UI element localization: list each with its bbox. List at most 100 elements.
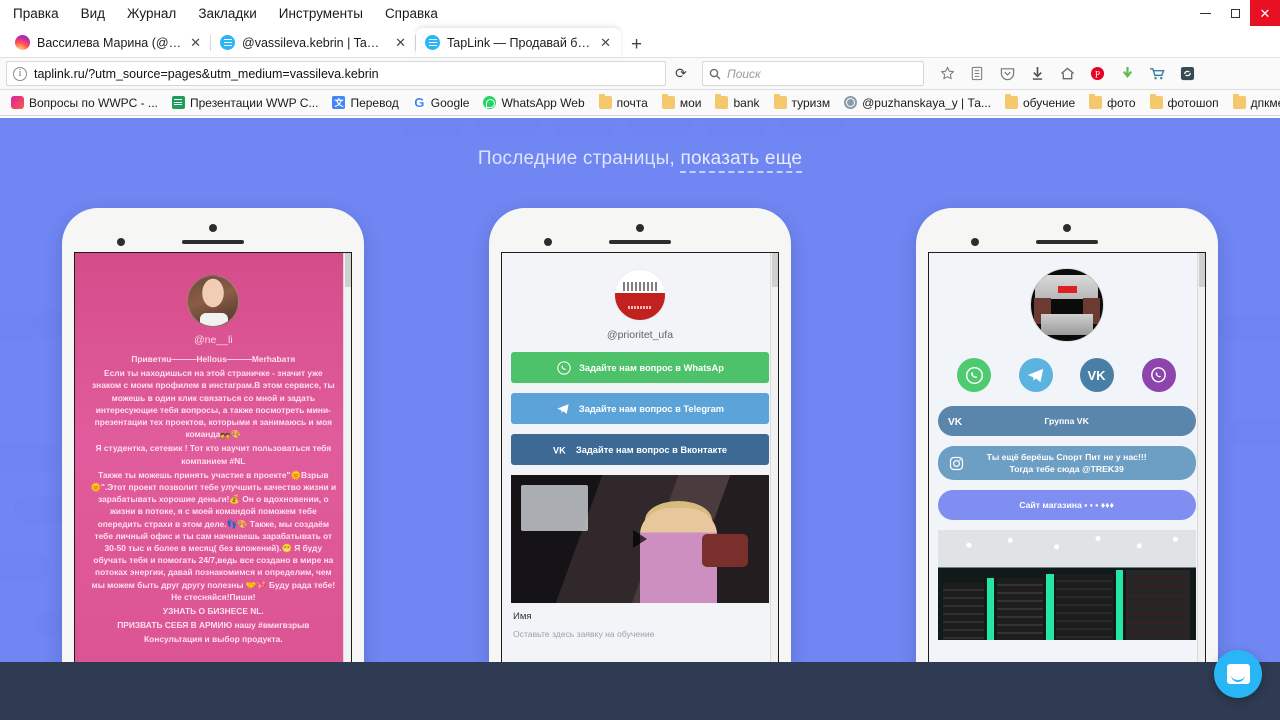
store-photo-lights bbox=[937, 532, 1196, 566]
shop-site-button[interactable]: Сайт магазина ▪ ▪ ▪ ♦♦♦ bbox=[937, 490, 1196, 520]
bookmark-item[interactable]: @puzhanskaya_y | Та... bbox=[837, 96, 998, 110]
tab-vassileva-marina[interactable]: Вассилева Марина (@vas... ✕ bbox=[6, 28, 211, 57]
info-icon[interactable]: i bbox=[13, 66, 27, 81]
search-bar[interactable]: Поиск bbox=[702, 61, 924, 86]
vk-button[interactable]: VK Задайте нам вопрос в Вконтакте bbox=[510, 434, 769, 465]
search-icon bbox=[709, 68, 721, 79]
taplink-page-3: VK VK Группа VK Ты ещё берёшь Спорт Пит … bbox=[928, 253, 1205, 720]
menu-item-zhurnal[interactable]: Журнал bbox=[124, 4, 179, 23]
bookmark-label: WhatsApp Web bbox=[501, 95, 585, 110]
bookmark-item[interactable]: фото bbox=[1082, 94, 1142, 110]
bookmark-item[interactable]: туризм bbox=[767, 94, 838, 110]
menu-item-zakladki[interactable]: Закладки bbox=[195, 4, 259, 23]
bookmark-item[interactable]: bank bbox=[708, 94, 766, 110]
scrollbar-thumb[interactable] bbox=[345, 253, 352, 287]
pocket-icon[interactable] bbox=[992, 61, 1022, 87]
camera-dot-icon bbox=[117, 238, 126, 246]
phone-mockups: @ne__li Приветяu———Hellous———Merhabaтя Е… bbox=[0, 208, 1280, 720]
close-icon[interactable]: ✕ bbox=[393, 36, 408, 49]
form-field-placeholder[interactable]: Оставьте здесь заявку на обучение bbox=[513, 629, 769, 639]
chat-widget-button[interactable] bbox=[1214, 650, 1262, 698]
phone-screen-3[interactable]: VK VK Группа VK Ты ещё берёшь Спорт Пит … bbox=[927, 252, 1206, 720]
url-bar[interactable]: i taplink.ru/?utm_source=pages&utm_mediu… bbox=[6, 61, 666, 86]
download-icon[interactable] bbox=[1022, 61, 1052, 87]
speaker-bar-icon bbox=[182, 240, 245, 244]
menu-item-spravka[interactable]: Справка bbox=[382, 4, 441, 23]
home-icon[interactable] bbox=[1052, 61, 1082, 87]
library-icon[interactable] bbox=[962, 61, 992, 87]
tab-vassileva-kebrin-taplink[interactable]: @vassileva.kebrin | Taplin... ✕ bbox=[211, 28, 416, 57]
new-tab-button[interactable]: + bbox=[621, 35, 652, 57]
minimize-button[interactable] bbox=[1190, 0, 1220, 26]
bookmark-item[interactable]: мои bbox=[655, 94, 709, 110]
scrollbar[interactable] bbox=[343, 253, 352, 720]
scrollbar-thumb[interactable] bbox=[1198, 253, 1205, 287]
bookmark-item[interactable]: WhatsApp Web bbox=[476, 96, 591, 110]
show-more-link[interactable]: показать еще bbox=[680, 148, 803, 173]
button-label: Задайте нам вопрос в Вконтакте bbox=[575, 444, 728, 455]
window-controls: ✕ bbox=[1190, 0, 1280, 26]
store-photo-neon bbox=[986, 578, 995, 640]
store-photo[interactable] bbox=[937, 530, 1196, 640]
reload-icon[interactable]: ⟳ bbox=[668, 61, 694, 86]
menu-bar: Правка Вид Журнал Закладки Инструменты С… bbox=[0, 0, 1280, 26]
bookmark-label: Google bbox=[430, 95, 470, 110]
button-label: Ты ещё берёшь Спорт Пит не у нас!!! Тогд… bbox=[986, 452, 1147, 474]
phone-mockup-2[interactable]: @prioritet_ufa Задайте нам вопрос в What… bbox=[488, 208, 791, 720]
menu-item-instrumenty[interactable]: Инструменты bbox=[276, 4, 366, 23]
sheets-icon bbox=[171, 96, 185, 109]
phone-mockup-1[interactable]: @ne__li Приветяu———Hellous———Merhabaтя Е… bbox=[62, 208, 365, 720]
telegram-button[interactable]: Задайте нам вопрос в Telegram bbox=[510, 393, 769, 424]
bookmark-label: Перевод bbox=[350, 95, 399, 110]
camera-dot-icon bbox=[970, 238, 979, 246]
phone-screen-1[interactable]: @ne__li Приветяu———Hellous———Merhabaтя Е… bbox=[74, 252, 353, 720]
play-icon[interactable] bbox=[632, 530, 647, 548]
bookmarks-bar: Вопросы по WWPC - ... Презентации WWP C.… bbox=[0, 90, 1280, 116]
whatsapp-icon bbox=[556, 360, 571, 375]
avatar bbox=[187, 275, 240, 327]
whatsapp-icon[interactable] bbox=[957, 358, 992, 392]
bookmark-item[interactable]: G Google bbox=[406, 96, 477, 110]
cart-icon[interactable] bbox=[1142, 61, 1172, 87]
bookmark-item[interactable]: Вопросы по WWPC - ... bbox=[4, 96, 165, 110]
close-icon[interactable]: ✕ bbox=[188, 36, 203, 49]
scrollbar[interactable] bbox=[1196, 253, 1205, 720]
vk-icon[interactable]: VK bbox=[1080, 358, 1115, 392]
phone-mockup-3[interactable]: VK VK Группа VK Ты ещё берёшь Спорт Пит … bbox=[915, 208, 1218, 720]
telegram-icon[interactable] bbox=[1018, 358, 1053, 392]
scrollbar[interactable] bbox=[769, 253, 778, 720]
avatar-scene-sign bbox=[1058, 286, 1077, 293]
whatsapp-button[interactable]: Задайте нам вопрос в WhatsAp bbox=[510, 352, 769, 383]
pinterest-icon[interactable]: P bbox=[1082, 61, 1112, 87]
maximize-button[interactable] bbox=[1220, 0, 1250, 26]
video-thumbnail[interactable] bbox=[510, 475, 769, 603]
bookmark-item[interactable]: почта bbox=[592, 94, 655, 110]
menu-item-pravka[interactable]: Правка bbox=[10, 4, 62, 23]
downloadhelper-icon[interactable] bbox=[1112, 61, 1142, 87]
bookmark-item[interactable]: фотошоп bbox=[1143, 94, 1226, 110]
profile-bio: Приветяu———Hellous———Merhabaтя Если ты н… bbox=[85, 353, 341, 646]
bookmark-item[interactable]: Презентации WWP C... bbox=[165, 96, 325, 110]
close-window-button[interactable]: ✕ bbox=[1250, 0, 1280, 26]
video-scene-window bbox=[521, 485, 589, 532]
instagram-button[interactable]: Ты ещё берёшь Спорт Пит не у нас!!! Тогд… bbox=[937, 446, 1196, 480]
search-placeholder: Поиск bbox=[727, 66, 761, 81]
viber-icon[interactable] bbox=[1141, 358, 1176, 392]
vk-group-button[interactable]: VK Группа VK bbox=[937, 406, 1196, 436]
page-content: Последние страницы, показать еще @ne__li… bbox=[0, 118, 1280, 720]
bookmark-item[interactable]: 文 Перевод bbox=[325, 96, 405, 110]
screenshot-icon[interactable] bbox=[1172, 61, 1202, 87]
navigation-bar: i taplink.ru/?utm_source=pages&utm_mediu… bbox=[0, 57, 1280, 90]
bookmark-item[interactable]: обучение bbox=[998, 94, 1082, 110]
telegram-icon bbox=[556, 401, 571, 416]
phone-screen-2[interactable]: @prioritet_ufa Задайте нам вопрос в What… bbox=[500, 252, 779, 720]
bookmark-item[interactable]: дпкмент bbox=[1226, 94, 1280, 110]
menu-item-vid[interactable]: Вид bbox=[78, 4, 108, 23]
video-scene-pillow bbox=[701, 533, 749, 568]
store-photo-rack bbox=[942, 582, 985, 640]
scrollbar-thumb[interactable] bbox=[771, 253, 778, 287]
tab-taplink-prodavay[interactable]: TapLink — Продавай бол... ✕ bbox=[416, 28, 621, 57]
close-icon[interactable]: ✕ bbox=[598, 36, 613, 49]
bio-line: Если ты находишься на этой страничке - з… bbox=[92, 368, 335, 440]
star-icon[interactable] bbox=[932, 61, 962, 87]
